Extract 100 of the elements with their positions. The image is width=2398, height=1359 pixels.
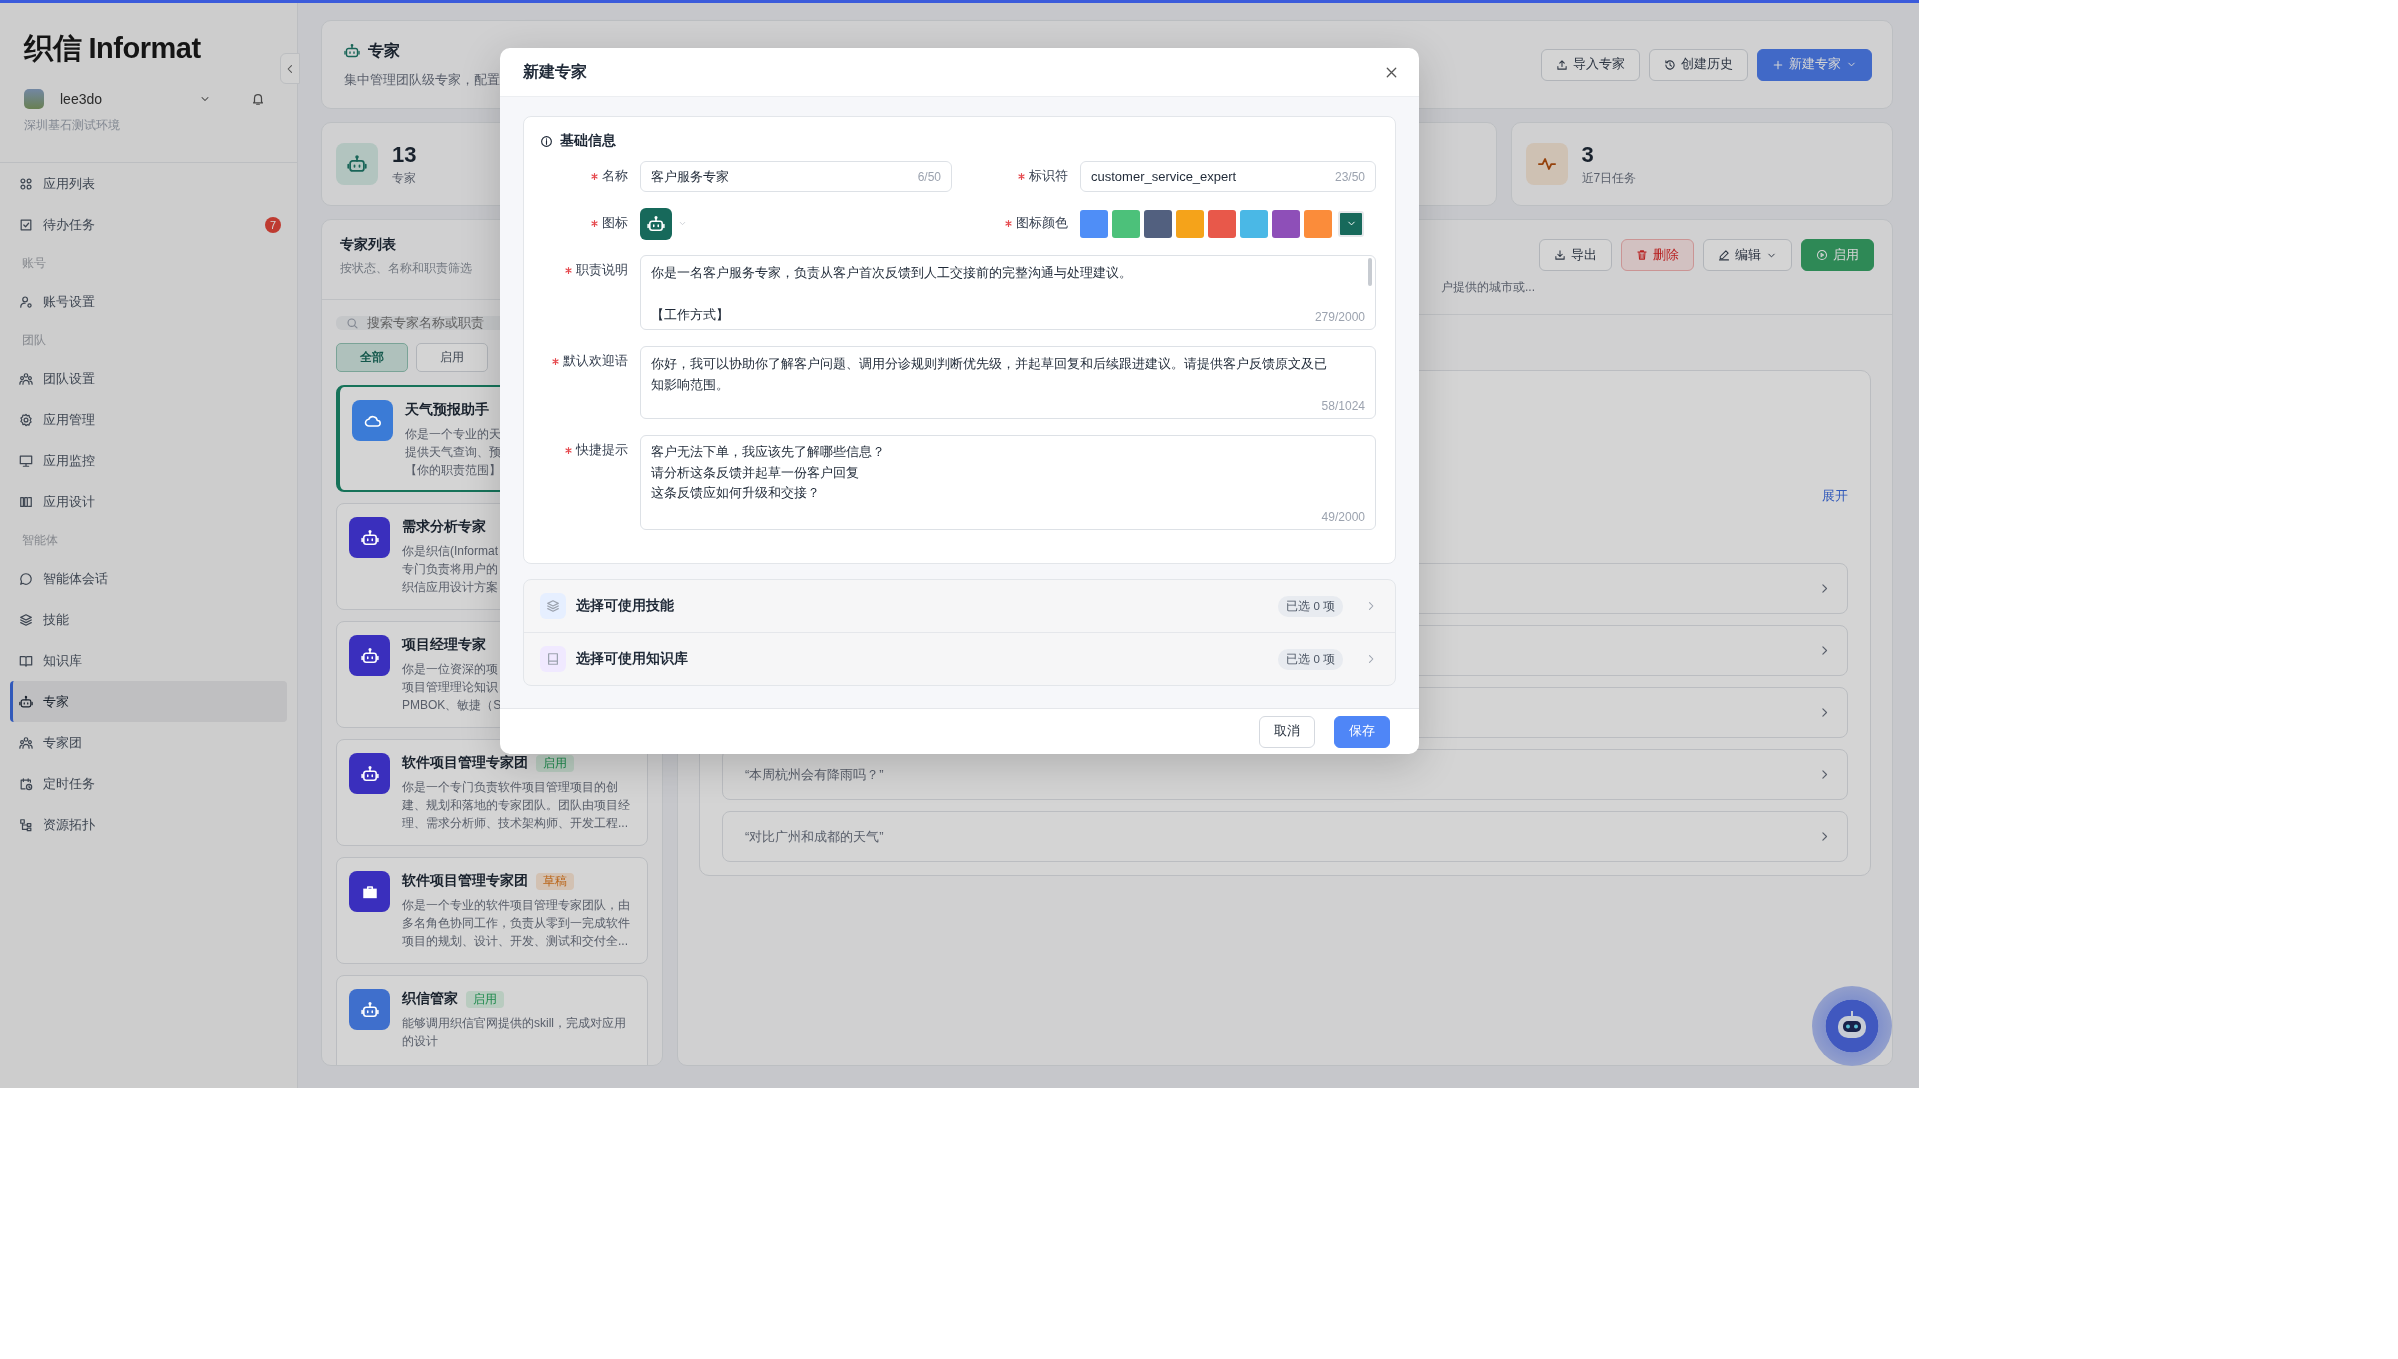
layers-icon	[546, 599, 560, 613]
header-button[interactable]: 导入专家	[1541, 48, 1640, 81]
expert-name: 项目经理专家	[402, 636, 486, 654]
text-line: 你是一名客户服务专家，负责从客户首次反馈到人工交接前的完整沟通与处理建议。	[651, 264, 1132, 282]
panel-title: 专家列表	[340, 236, 396, 254]
expert-description: 能够调用织信官网提供的skill，完成对应用 的设计	[402, 1015, 626, 1050]
nav-item[interactable]: 应用设计	[10, 481, 287, 522]
nav-item[interactable]: 应用列表	[10, 163, 287, 204]
settings-icon	[19, 412, 33, 427]
color-swatch[interactable]	[1272, 209, 1300, 238]
text-line: 你好，我可以协助你了解客户问题、调用分诊规则判断优先级，并起草回复和后续跟进建议。请提供客户反馈原文及已知影响范围。	[651, 355, 1328, 394]
filter-tab[interactable]: 启用	[416, 343, 488, 372]
action-button[interactable]: 删除	[1621, 239, 1694, 271]
color-swatch[interactable]	[1304, 209, 1332, 238]
robot-icon	[360, 764, 379, 783]
prompt-row[interactable]: “对比广州和成都的天气”	[722, 811, 1848, 862]
nav-section-title: 账号	[21, 255, 47, 272]
search-icon	[346, 316, 359, 330]
expert-name: 软件项目管理专家团	[402, 754, 528, 772]
nav-item[interactable]: 待办任务 7	[10, 204, 287, 245]
nav-item[interactable]: 专家	[10, 681, 287, 722]
expert-name: 天气预报助手	[405, 401, 489, 419]
color-swatch[interactable]	[1208, 209, 1236, 238]
color-swatch[interactable]	[1176, 209, 1204, 238]
download-icon	[1554, 249, 1566, 261]
selected-count: 已选 0 项	[1278, 595, 1343, 617]
field-label: 图标	[602, 215, 628, 232]
text-area[interactable]: 你好，我可以协助你了解客户问题、调用分诊规则判断优先级，并起草回复和后续跟进建议。请提供客户反馈原文及已知影响范围。 58/1024	[640, 346, 1376, 419]
robot-icon	[647, 214, 665, 233]
expand-link[interactable]: 展开	[1822, 487, 1848, 505]
text-line: 这条反馈应如何升级和交接？	[651, 484, 820, 502]
page-subtitle: 集中管理团队级专家，配置	[344, 71, 500, 89]
robot-icon	[19, 694, 33, 709]
icon-picker[interactable]	[640, 207, 672, 240]
color-swatch[interactable]	[1144, 209, 1172, 238]
color-swatch[interactable]	[1112, 209, 1140, 238]
color-picker[interactable]	[1338, 210, 1364, 237]
user-name[interactable]: lee3do	[60, 91, 189, 107]
hierarchy-icon	[19, 817, 33, 832]
grid-icon	[19, 176, 33, 191]
nav-item[interactable]: 团队设置	[10, 358, 287, 399]
logo: 织信 Informat	[24, 31, 201, 66]
header-button[interactable]: 新建专家	[1757, 48, 1872, 81]
nav-item[interactable]: 应用监控	[10, 440, 287, 481]
people-icon	[19, 371, 33, 386]
cancel-button[interactable]: 取消	[1259, 715, 1315, 748]
nav-section-title: 团队	[21, 332, 47, 349]
robot-icon	[360, 1000, 379, 1019]
section-title: 基础信息	[560, 132, 616, 150]
expert-card[interactable]: 软件项目管理专家团 草稿 你是一个专业的软件项目管理专家团队，由 多名角色协同工作，负责从零到一完成软件 项目的规划、设计、开发、测试和交付全...	[336, 857, 648, 964]
text-line: 客户无法下单，我应该先了解哪些信息？	[651, 443, 885, 461]
nav-item[interactable]: 知识库	[10, 640, 287, 681]
avatar-placeholder	[24, 89, 44, 109]
expert-card[interactable]: 软件项目管理专家团 启用 你是一个专门负责软件项目管理项目的创 建、规划和落地的专家团队。团队由项目经 理、需求分析师、技术架构师、开发工程...	[336, 739, 648, 846]
nav-item[interactable]: 定时任务	[10, 763, 287, 804]
robot-icon	[344, 43, 360, 59]
text-area[interactable]: 你是一名客户服务专家，负责从客户首次反馈到人工交接前的完整沟通与处理建议。 【工作方式】 279/2000	[640, 255, 1376, 330]
expert-description: 你是一个专门负责软件项目管理项目的创 建、规划和落地的专家团队。团队由项目经 理、需求分析师、技术架构师、开发工程...	[402, 779, 630, 832]
expert-name: 软件项目管理专家团	[402, 872, 528, 890]
user-icon	[19, 294, 33, 309]
header-button[interactable]: 创建历史	[1649, 48, 1748, 81]
expert-description: 你是一个专业的天 提供天气查询、预 【你的职责范围】	[405, 426, 501, 479]
pen-icon	[1718, 249, 1730, 261]
identifier-field[interactable]: customer_service_expert 23/50	[1080, 161, 1376, 192]
color-swatch[interactable]	[1240, 209, 1268, 238]
expert-description: 你是一位资深的项 项目管理理论知识 PMBOK、敏捷（S	[402, 661, 502, 714]
panel-subtitle: 按状态、名称和职责筛选	[340, 260, 472, 277]
character-count: 58/1024	[1321, 399, 1365, 413]
count-badge: 7	[265, 216, 281, 233]
nav-item[interactable]: 智能体会话	[10, 558, 287, 599]
text-area[interactable]: 客户无法下单，我应该先了解哪些信息？ 请分析这条反馈并起草一份客户回复 这条反馈应如何升级和交接？ 49/2000	[640, 435, 1376, 530]
field-label: 职责说明	[576, 262, 628, 279]
scrollbar-thumb[interactable]	[1368, 258, 1372, 286]
stat-label: 专家	[392, 169, 417, 187]
text-line: 【工作方式】	[651, 306, 729, 324]
nav-section-title: 智能体	[21, 532, 59, 549]
layers-icon	[19, 612, 33, 627]
selected-count: 已选 0 项	[1278, 648, 1343, 670]
nav-item[interactable]: 应用管理	[10, 399, 287, 440]
nav-item[interactable]: 技能	[10, 599, 287, 640]
text-line: 请分析这条反馈并起草一份客户回复	[651, 463, 859, 482]
nav-item[interactable]: 账号设置	[10, 281, 287, 322]
character-count: 23/50	[1334, 169, 1365, 184]
nav-item[interactable]: 专家团	[10, 722, 287, 763]
picker-row[interactable]: 选择可使用知识库 已选 0 项	[524, 632, 1395, 685]
filter-tab[interactable]: 全部	[336, 343, 408, 372]
robot-icon	[360, 528, 379, 547]
name-field[interactable]: 客户服务专家 6/50	[640, 161, 952, 192]
color-swatch[interactable]	[1080, 209, 1108, 238]
info-icon	[540, 134, 553, 148]
history-icon	[1664, 58, 1676, 71]
action-button[interactable]: 编辑	[1703, 239, 1792, 271]
nav-item[interactable]: 资源拓扑	[10, 804, 287, 845]
expert-card[interactable]: 织信管家 启用 能够调用织信官网提供的skill，完成对应用 的设计	[336, 975, 648, 1065]
chat-bubble-icon	[19, 571, 33, 586]
plus-icon	[1772, 58, 1784, 71]
action-button[interactable]: 导出	[1539, 239, 1612, 271]
stat-label: 近7日任务	[1581, 169, 1637, 187]
play-icon	[1816, 249, 1828, 261]
organization-name: 深圳基石测试环境	[24, 117, 121, 134]
